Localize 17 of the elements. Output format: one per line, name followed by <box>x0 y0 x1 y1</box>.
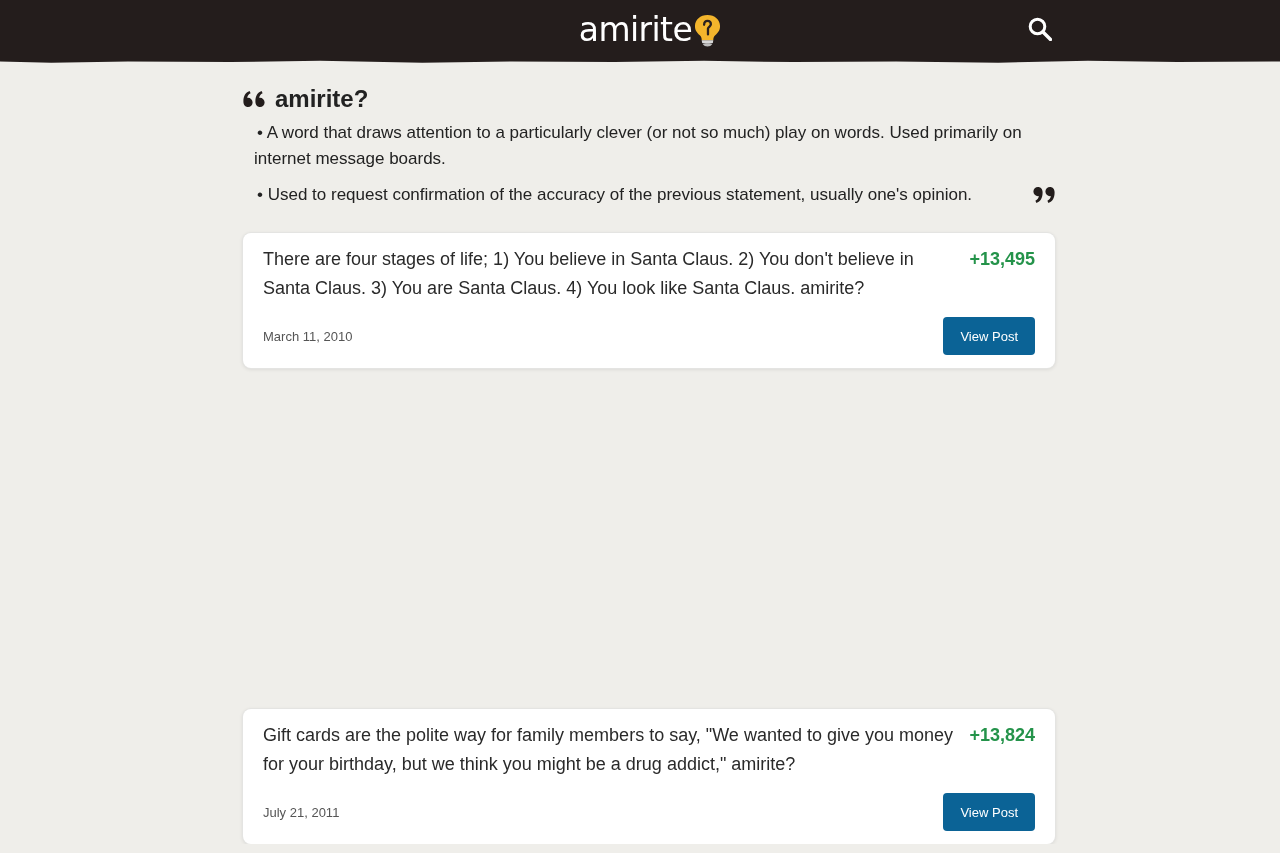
logo-link[interactable]: amirite <box>578 12 693 48</box>
definition-text: • Used to request confirmation of the accuracy of the previous statement, usually one's opinion. <box>256 184 973 206</box>
view-post-button[interactable]: View Post <box>943 793 1035 831</box>
vote-score: +13,824 <box>969 724 1035 747</box>
post-text: Gift cards are the polite way for family members to say, "We wanted to give you money for your birthday, but we think you might be a drug addict," amirite? <box>263 724 954 776</box>
search-button[interactable] <box>1027 16 1053 42</box>
definition-term: amirite? <box>275 86 369 112</box>
post-date: July 21, 2011 <box>263 804 340 820</box>
post-date: March 11, 2010 <box>263 328 353 344</box>
post-text: There are four stages of life; 1) You believe in Santa Claus. 2) You don't believe in Santa Claus. 3) You are Santa Claus. 4) You look like Santa Claus. amirite? <box>263 248 915 300</box>
open-quote-icon <box>243 91 265 107</box>
close-quote-icon <box>1033 187 1055 203</box>
search-icon <box>1028 17 1052 41</box>
definition-text: • A word that draws attention to a particularly clever (or not so much) play on words. Used primarily on internet message boards. <box>253 122 1023 170</box>
lightbulb-icon <box>694 14 722 48</box>
vote-score: +13,495 <box>969 248 1035 271</box>
view-post-button[interactable]: View Post <box>943 317 1035 355</box>
